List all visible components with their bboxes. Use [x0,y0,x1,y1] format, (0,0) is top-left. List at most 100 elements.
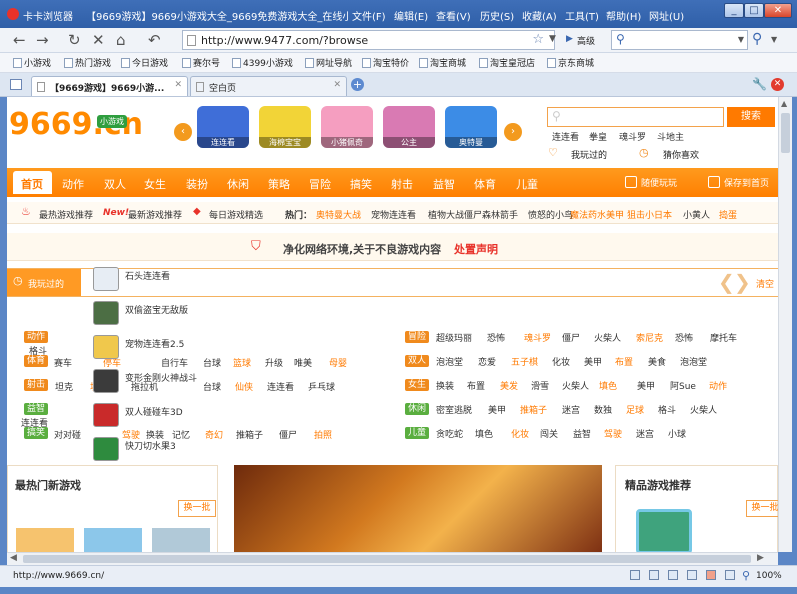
tools-wrench-icon[interactable]: 🔧 [752,77,767,91]
nav-item[interactable]: 益智 [433,176,455,192]
category-link[interactable]: 乒乓球 [308,380,335,393]
category-link[interactable]: 益智 [573,427,591,440]
banner-image[interactable] [234,465,602,552]
hot-keyword[interactable]: 连连看 [552,130,579,143]
hot-game-link[interactable]: 奥特曼大战 [316,208,361,221]
scroll-up-icon[interactable]: ▲ [781,99,787,108]
menu-item[interactable]: 工具(T) [565,8,599,23]
status-tool-icon[interactable] [649,570,659,580]
category-link[interactable]: 美甲 [584,355,602,368]
recent-game-icon[interactable] [93,437,119,461]
game-icon[interactable]: 海棉宝宝 [259,106,311,148]
home-icon[interactable]: ⌂ [116,31,126,49]
scroll-right-icon[interactable]: ▶ [757,553,764,563]
category-tag[interactable]: 体育 [24,355,49,367]
nav-item[interactable]: 休闲 [227,176,249,192]
search-box[interactable]: ⚲ ▼ [611,30,748,50]
hot-game-link[interactable]: 愤怒的小鸟 [528,208,573,221]
scroll-thumb[interactable] [781,113,790,153]
game-icon[interactable]: 公主 [383,106,435,148]
bookmark-item[interactable]: 淘宝商城 [419,56,466,69]
recent-game-title[interactable]: 双偷盗宝无敌版 [125,303,188,316]
close-button[interactable]: ✕ [764,3,792,18]
category-link[interactable]: 布置 [467,379,485,392]
site-search-button[interactable]: 搜索 [727,107,775,127]
nav-item[interactable]: 动作 [62,176,84,192]
recent-game-icon[interactable] [93,403,119,427]
recent-game-icon[interactable] [93,301,119,325]
recent-game-icon[interactable] [93,335,119,359]
category-link[interactable]: 数独 [594,403,612,416]
status-tool-icon[interactable] [687,570,697,580]
category-link[interactable]: 恋爱 [478,355,496,368]
nav-item[interactable]: 冒险 [309,176,331,192]
category-link[interactable]: 填色 [475,427,493,440]
close-all-icon[interactable]: ✕ [771,78,784,91]
hot-game-link[interactable]: 宠物连连看 [371,208,416,221]
game-thumb[interactable] [84,528,142,552]
category-tag[interactable]: 益智 [24,403,49,415]
bookmark-item[interactable]: 热门游戏 [64,56,111,69]
category-link[interactable]: 美甲 [637,379,655,392]
nav-item[interactable]: 策略 [268,176,290,192]
category-link[interactable]: 格斗 [658,403,676,416]
vertical-scrollbar[interactable]: ▲ [778,97,792,552]
nav-item[interactable]: 装扮 [186,176,208,192]
dropdown-arrow-icon[interactable]: ▼ [549,34,556,44]
address-bar[interactable]: http://www.9477.com/?browse ☆ [182,30,555,50]
random-play-link[interactable]: 随便玩玩 [641,176,677,189]
category-link[interactable]: 布置 [615,355,633,368]
status-tool-icon[interactable] [630,570,640,580]
forward-icon[interactable]: → [36,31,49,49]
category-link[interactable]: 泡泡堂 [680,355,707,368]
recent-game-icon[interactable] [93,267,119,291]
refresh-button[interactable]: 换一批 [746,500,778,517]
category-link[interactable]: 迷宫 [636,427,654,440]
category-link[interactable]: 索尼克 [636,331,663,344]
hot-keyword[interactable]: 魂斗罗 [619,130,646,143]
category-link[interactable]: 迷宫 [562,403,580,416]
menu-item[interactable]: 查看(V) [436,8,471,23]
category-link[interactable]: 超级玛丽 [436,331,472,344]
category-link[interactable]: 恐怖 [487,331,505,344]
tab-close-icon[interactable]: ✕ [174,80,182,90]
category-link[interactable]: 泡泡堂 [436,355,463,368]
refresh-button[interactable]: 换一批 [178,500,216,517]
carousel-prev-icon[interactable]: ‹ [174,123,192,141]
hot-game-link[interactable]: 魔法药水美甲 [570,208,624,221]
back-icon[interactable]: ← [13,31,26,49]
category-tag[interactable]: 女生 [405,379,430,391]
hot-game-link[interactable]: 植物大战僵尸 [428,208,482,221]
category-link[interactable]: 美发 [500,379,518,392]
category-link[interactable]: 摩托车 [710,331,737,344]
menu-item[interactable]: 历史(S) [480,8,514,23]
game-icon[interactable]: 连连看 [197,106,249,148]
menu-item[interactable]: 编辑(E) [394,8,428,23]
category-link[interactable]: 填色 [599,379,617,392]
category-link[interactable]: 小球 [668,427,686,440]
category-link[interactable]: 僵尸 [562,331,580,344]
bookmark-item[interactable]: 小游戏 [13,56,51,69]
category-tag[interactable]: 射击 [24,379,49,391]
status-tool-icon[interactable] [725,570,735,580]
maximize-button[interactable]: □ [744,3,764,18]
history-prev-icon[interactable]: ❮ [718,270,735,294]
recent-game-title[interactable]: 石头连连看 [125,269,170,282]
status-tool-icon[interactable] [668,570,678,580]
refresh-icon[interactable]: ↻ [68,31,81,49]
category-tag[interactable]: 动作 [24,331,49,343]
category-link[interactable]: 闯关 [540,427,558,440]
category-link[interactable]: 换装 [436,379,454,392]
minimize-button[interactable]: _ [724,3,744,18]
nav-item[interactable]: 体育 [474,176,496,192]
new-tab-icon[interactable]: + [351,78,364,91]
carousel-next-icon[interactable]: › [504,123,522,141]
zoom-level[interactable]: 100% [756,571,782,581]
nav-item[interactable]: 搞笑 [350,176,372,192]
tab-active[interactable]: 【9669游戏】9669小游... ✕ [31,76,188,96]
menu-item[interactable]: 文件(F) [352,8,386,23]
category-link[interactable]: 火柴人 [562,379,589,392]
nav-item[interactable]: 首页 [21,176,43,192]
category-link[interactable]: 恐怖 [675,331,693,344]
category-tag[interactable]: 休闲 [405,403,430,415]
